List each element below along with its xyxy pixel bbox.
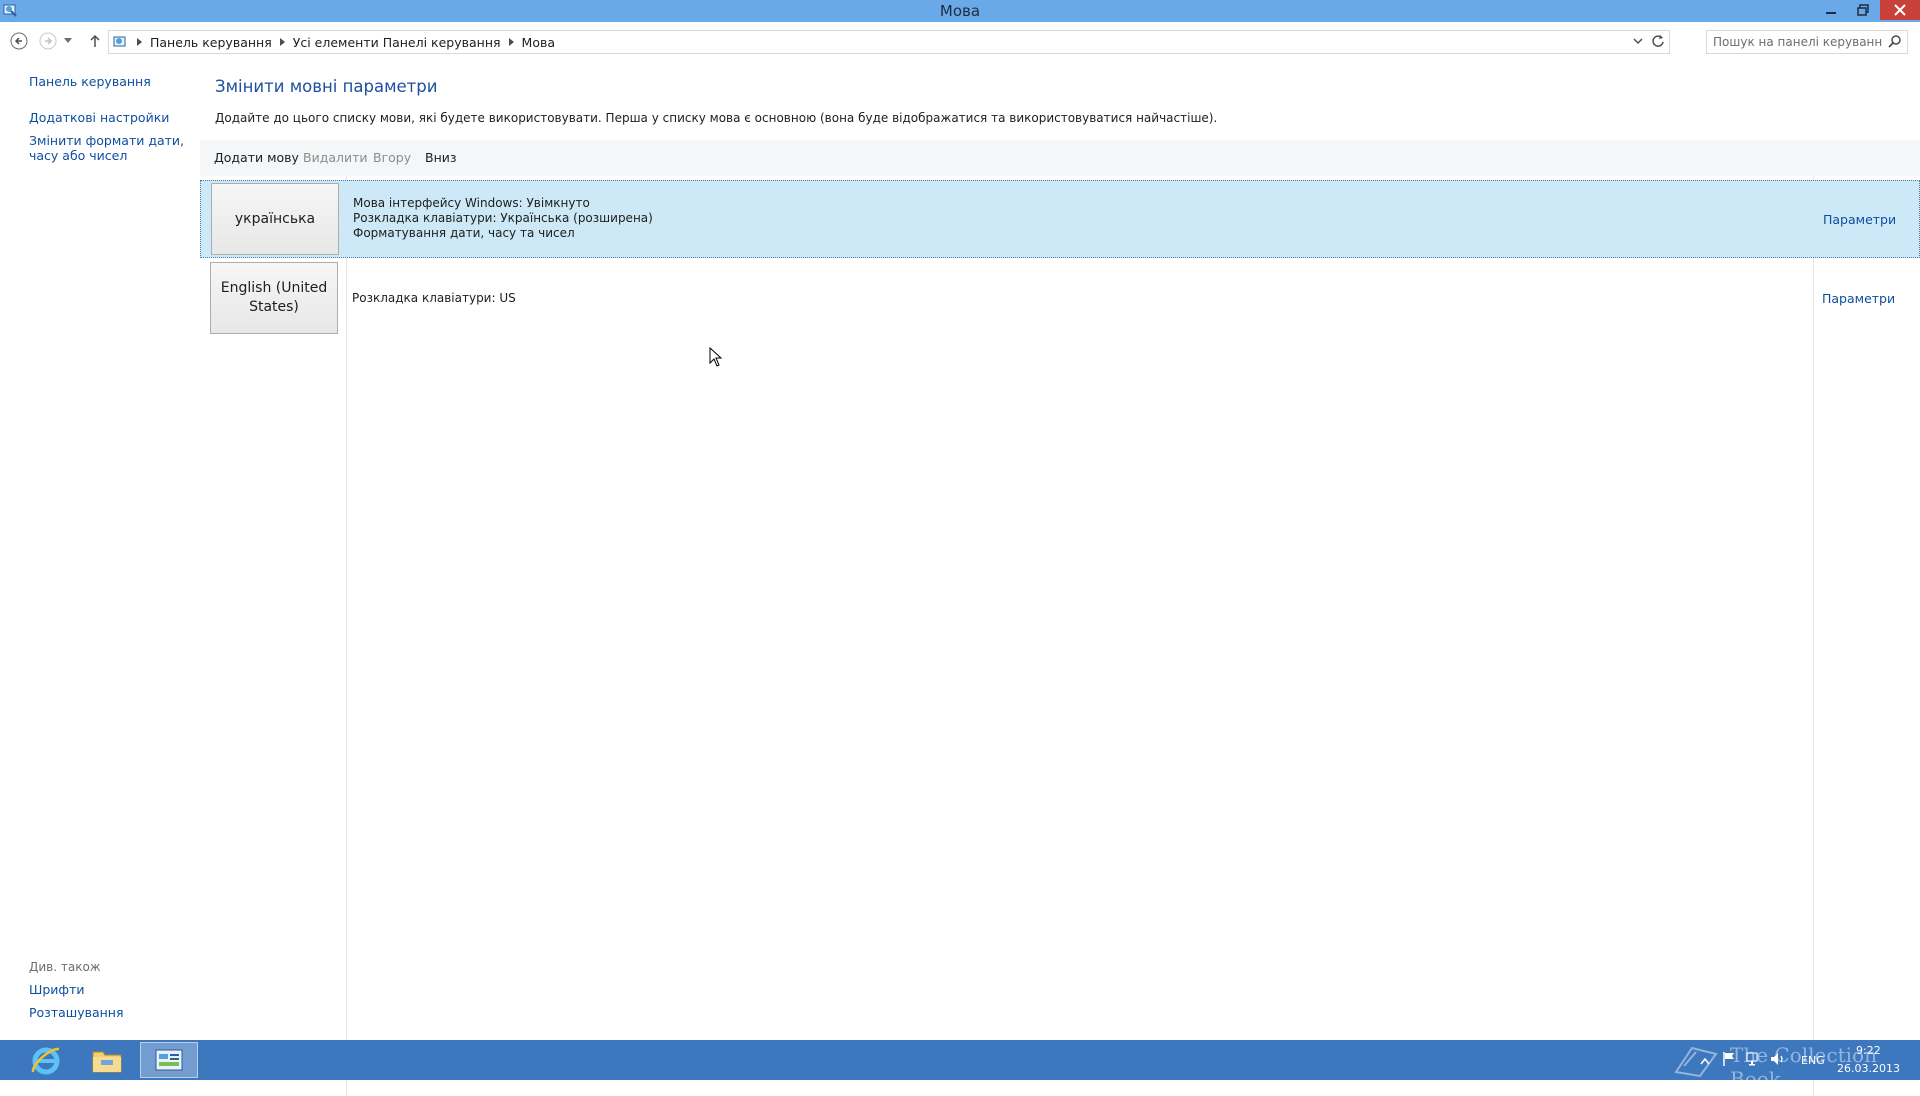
recent-locations-chevron-icon[interactable] [61, 30, 75, 52]
search-box[interactable] [1706, 30, 1908, 54]
control-panel-small-icon [111, 34, 129, 50]
advanced-settings-link[interactable]: Додаткові настройки [29, 110, 169, 125]
language-details: Мова інтерфейсу Windows: Увімкнуто Розкл… [353, 196, 653, 241]
breadcrumb-control-panel[interactable]: Панель керування [150, 35, 272, 50]
taskbar: ENG 9:22 26.03.2013 [0, 1040, 1920, 1080]
address-row: Панель керування Усі елементи Панелі кер… [0, 22, 1920, 60]
breadcrumb-all-items[interactable]: Усі елементи Панелі керування [293, 35, 501, 50]
back-button[interactable] [8, 30, 30, 52]
detail-line: Розкладка клавіатури: US [352, 291, 516, 305]
restore-button[interactable] [1847, 0, 1879, 20]
address-bar[interactable]: Панель керування Усі елементи Панелі кер… [108, 30, 1670, 54]
language-details: Розкладка клавіатури: US [352, 291, 516, 306]
forward-button[interactable] [37, 30, 59, 52]
breadcrumb-arrow-icon[interactable] [508, 38, 514, 46]
see-also-label: Див. також [29, 960, 101, 974]
language-row[interactable]: English (United States) Розкладка клавіа… [200, 260, 1920, 338]
window-title: Мова [939, 2, 981, 20]
breadcrumb-language[interactable]: Мова [522, 35, 555, 50]
page-title: Змінити мовні параметри [215, 77, 438, 96]
address-dropdown-icon[interactable] [1633, 35, 1643, 49]
control-panel-taskbar-icon[interactable] [140, 1042, 198, 1078]
main-content: Змінити мовні параметри Додайте до цього… [200, 60, 1920, 1096]
file-explorer-icon[interactable] [78, 1042, 136, 1078]
language-list: українська Мова інтерфейсу Windows: Увім… [200, 176, 1920, 1096]
search-icon[interactable] [1888, 35, 1901, 51]
detail-line: Розкладка клавіатури: Українська (розшир… [353, 211, 653, 225]
search-input[interactable] [1713, 32, 1883, 52]
language-options-link[interactable]: Параметри [1823, 212, 1896, 227]
language-toolbar: Додати мову Видалити Вгору Вниз [200, 140, 1920, 176]
language-row[interactable]: українська Мова інтерфейсу Windows: Увім… [200, 180, 1920, 258]
control-panel-home-link[interactable]: Панель керування [29, 74, 151, 89]
breadcrumb-arrow-icon[interactable] [279, 38, 285, 46]
language-tile[interactable]: українська [211, 183, 339, 255]
remove-button[interactable]: Видалити [303, 150, 368, 165]
language-tile[interactable]: English (United States) [210, 262, 338, 334]
title-bar: Мова [0, 0, 1920, 22]
left-navigation: Панель керування Додаткові настройки Змі… [0, 60, 200, 1040]
close-button[interactable] [1880, 0, 1920, 20]
add-language-button[interactable]: Додати мову [214, 150, 299, 165]
move-up-button[interactable]: Вгору [373, 150, 411, 165]
watermark-book-icon [1670, 1042, 1722, 1081]
page-description: Додайте до цього списку мови, які будете… [215, 111, 1218, 125]
mouse-cursor-icon [709, 346, 723, 370]
detail-line: Форматування дати, часу та чисел [353, 226, 575, 240]
location-link[interactable]: Розташування [29, 1005, 124, 1020]
move-down-button[interactable]: Вниз [425, 150, 457, 165]
watermark-text: The Collection Book [1730, 1043, 1877, 1091]
minimize-button[interactable] [1815, 0, 1847, 20]
detail-line: Мова інтерфейсу Windows: Увімкнуто [353, 196, 590, 210]
up-button[interactable] [84, 30, 106, 52]
change-formats-link[interactable]: Змінити формати дати, часу або чисел [29, 133, 194, 163]
breadcrumb-arrow-icon[interactable] [137, 38, 142, 46]
fonts-link[interactable]: Шрифти [29, 982, 85, 997]
language-options-link[interactable]: Параметри [1822, 291, 1895, 306]
refresh-icon[interactable] [1651, 34, 1665, 51]
internet-explorer-icon[interactable] [17, 1042, 75, 1078]
